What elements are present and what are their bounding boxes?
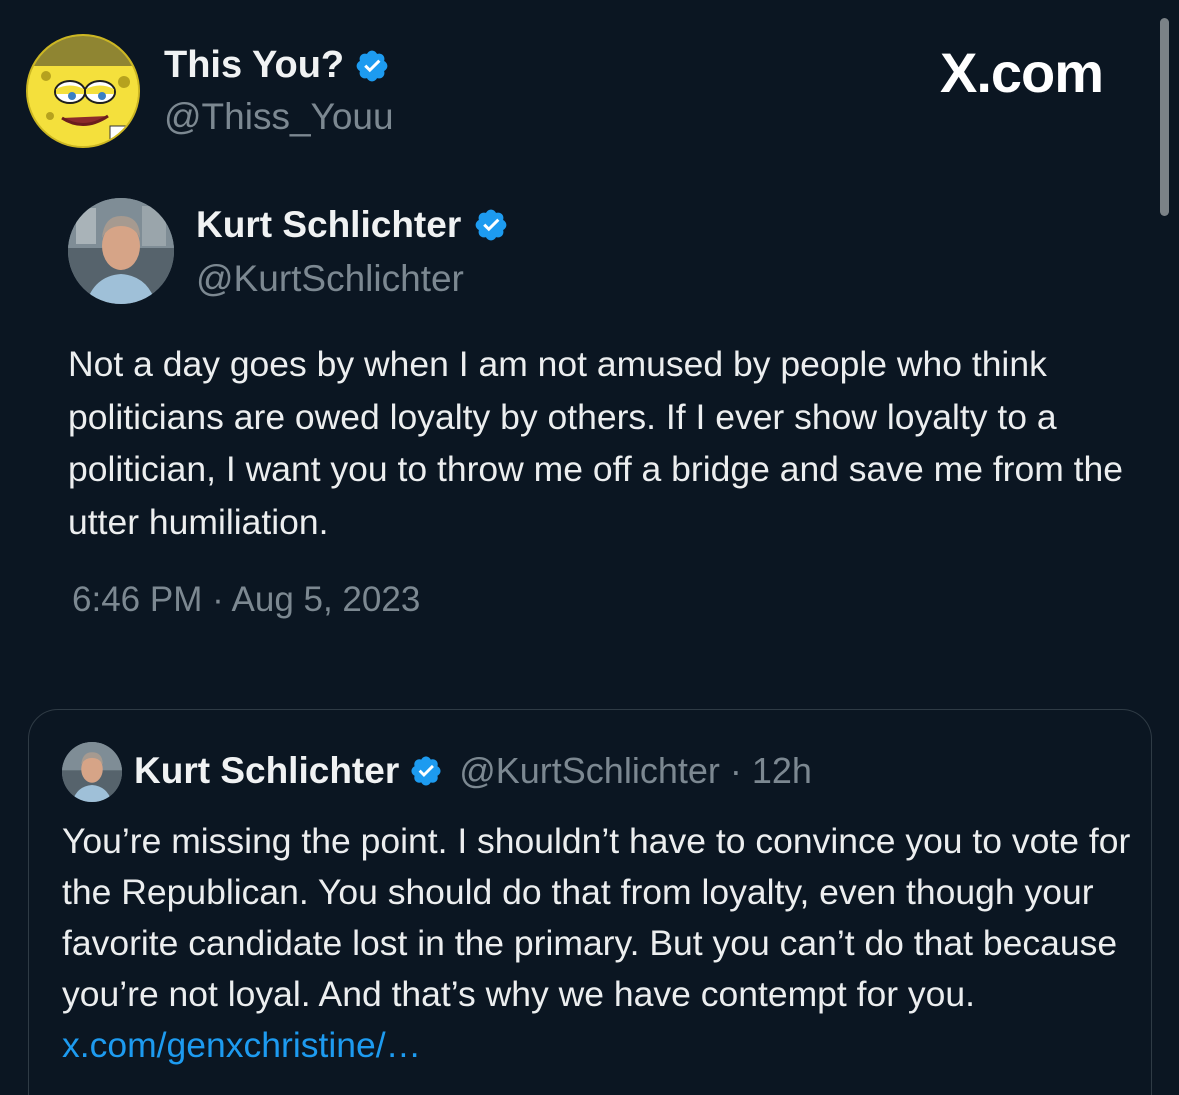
quoted-author-avatar[interactable]: [62, 742, 122, 802]
quoted-tweet-age[interactable]: · 12h: [730, 750, 812, 792]
verified-badge-icon: [409, 754, 443, 788]
quoted-tweet-header: Kurt Schlichter @KurtSchlichter · 12h: [134, 750, 812, 792]
tweet-timestamp[interactable]: 6:46 PM · Aug 5, 2023: [72, 580, 420, 620]
tweet-author-avatar[interactable]: [68, 198, 174, 304]
tweet-body-text: Not a day goes by when I am not amused b…: [68, 344, 1124, 542]
tweet-author-display-name[interactable]: Kurt Schlichter: [196, 204, 461, 246]
author-display-name[interactable]: This You?: [164, 44, 344, 87]
tweet-author-handle[interactable]: @KurtSchlichter: [196, 258, 464, 300]
quoted-tweet-body: You’re missing the point. I shouldn’t ha…: [62, 816, 1142, 1071]
verified-badge-icon: [473, 207, 509, 243]
post-view: This You? @Thiss_Youu X.com Kurt Schlich…: [0, 0, 1179, 1095]
quoted-tweet-text: You’re missing the point. I shouldn’t ha…: [62, 821, 1131, 1014]
quoted-tweet-link[interactable]: x.com/genxchristine/…: [62, 1025, 421, 1065]
scrollbar[interactable]: [1160, 18, 1169, 216]
author-handle[interactable]: @Thiss_Youu: [164, 96, 394, 138]
spongebob-avatar-image: [28, 36, 138, 146]
author-avatar[interactable]: [26, 34, 140, 148]
tweet-author-name-row[interactable]: Kurt Schlichter: [196, 204, 509, 246]
man-portrait-image: [62, 742, 122, 802]
x-com-watermark: X.com: [940, 41, 1104, 104]
man-portrait-image: [68, 198, 174, 304]
author-name-row[interactable]: This You?: [164, 44, 390, 87]
verified-badge-icon: [354, 48, 390, 84]
quoted-author-handle[interactable]: @KurtSchlichter: [459, 750, 720, 792]
quoted-author-display-name[interactable]: Kurt Schlichter: [134, 750, 399, 792]
